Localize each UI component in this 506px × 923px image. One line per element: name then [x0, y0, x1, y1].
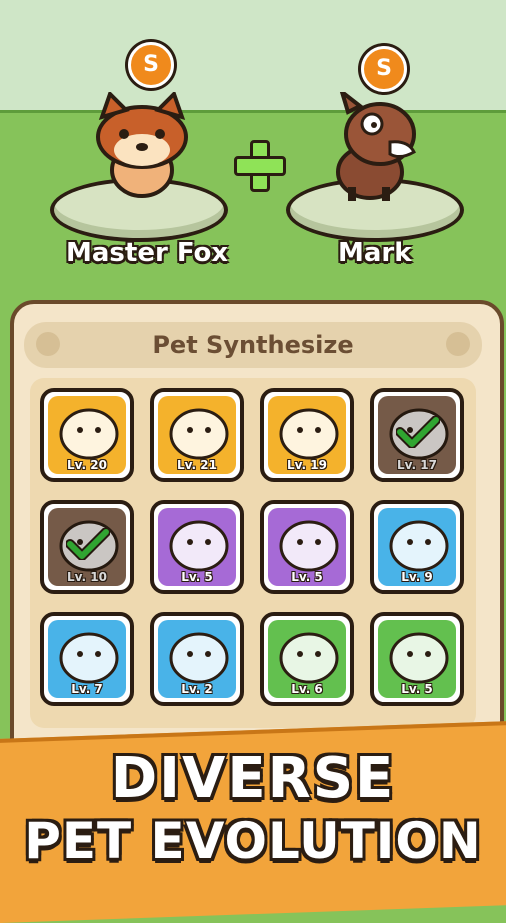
cloud-pet-icon	[279, 408, 339, 460]
pet-card-background: Lv. 5	[268, 508, 346, 586]
pet-card-background: Lv. 2	[158, 620, 236, 698]
paw-icon	[446, 332, 470, 356]
plus-icon	[234, 140, 286, 192]
pet-level-label: Lv. 17	[397, 458, 437, 472]
pet-card-background: Lv. 10	[48, 508, 126, 586]
pet-level-label: Lv. 9	[401, 570, 433, 584]
purple-ghost-pet-icon	[169, 520, 229, 572]
purple-octopus-pet-icon	[279, 520, 339, 572]
pet-card[interactable]: Lv. 5	[260, 500, 354, 594]
pet-card-background: Lv. 5	[378, 620, 456, 698]
pet-card[interactable]: Lv. 5	[150, 500, 244, 594]
pet-card-background: Lv. 20	[48, 396, 126, 474]
pet-card-background: Lv. 7	[48, 620, 126, 698]
pet-card-background: Lv. 17	[378, 396, 456, 474]
pet-card-background: Lv. 5	[158, 508, 236, 586]
pet-card[interactable]: Lv. 2	[150, 612, 244, 706]
pet-level-label: Lv. 7	[71, 682, 103, 696]
chicken-pet-icon	[59, 632, 119, 684]
frog-pet-icon	[389, 632, 449, 684]
pet-level-label: Lv. 10	[67, 570, 107, 584]
pilot-bird-pet-icon	[59, 408, 119, 460]
pet-card[interactable]: Lv. 9	[370, 500, 464, 594]
fire-pet-icon	[169, 408, 229, 460]
raccoon-pet-icon[interactable]	[92, 92, 192, 202]
pet-card-background: Lv. 9	[378, 508, 456, 586]
pet-card[interactable]: Lv. 19	[260, 388, 354, 482]
right-pet-name: Mark	[338, 238, 412, 268]
panel-header: Pet Synthesize	[24, 322, 482, 368]
pet-card[interactable]: Lv. 7	[40, 612, 134, 706]
boar-pet-icon	[389, 520, 449, 572]
left-pet-rank-badge: S	[128, 42, 174, 88]
pet-card-background: Lv. 6	[268, 620, 346, 698]
pet-level-label: Lv. 5	[291, 570, 323, 584]
pet-card-background: Lv. 21	[158, 396, 236, 474]
pet-card[interactable]: Lv. 21	[150, 388, 244, 482]
pet-level-label: Lv. 6	[291, 682, 323, 696]
pet-level-label: Lv. 19	[287, 458, 327, 472]
panel-title: Pet Synthesize	[152, 331, 354, 359]
left-pet-name: Master Fox	[66, 238, 229, 268]
pet-level-label: Lv. 21	[177, 458, 217, 472]
sprout-pet-icon	[279, 632, 339, 684]
banner-line-1: DIVERSE	[110, 746, 396, 811]
horse-pet-icon[interactable]	[320, 92, 430, 202]
checkmark-icon	[396, 416, 440, 448]
banner-line-2: PET EVOLUTION	[24, 812, 482, 870]
pet-card[interactable]: Lv. 20	[40, 388, 134, 482]
pet-level-label: Lv. 5	[401, 682, 433, 696]
pet-card[interactable]: Lv. 17	[370, 388, 464, 482]
pet-card[interactable]: Lv. 10	[40, 500, 134, 594]
pet-card-grid: Lv. 20 Lv. 21 Lv. 19 Lv. 17 Lv. 10 Lv. 5 Lv. 5…	[30, 378, 476, 728]
checkmark-icon	[66, 528, 110, 560]
pet-level-label: Lv. 5	[181, 570, 213, 584]
pet-level-label: Lv. 2	[181, 682, 213, 696]
pet-level-label: Lv. 20	[67, 458, 107, 472]
pet-card[interactable]: Lv. 6	[260, 612, 354, 706]
pufferfish-pet-icon	[169, 632, 229, 684]
pet-card[interactable]: Lv. 5	[370, 612, 464, 706]
pet-card-background: Lv. 19	[268, 396, 346, 474]
right-pet-rank-badge: S	[361, 46, 407, 92]
